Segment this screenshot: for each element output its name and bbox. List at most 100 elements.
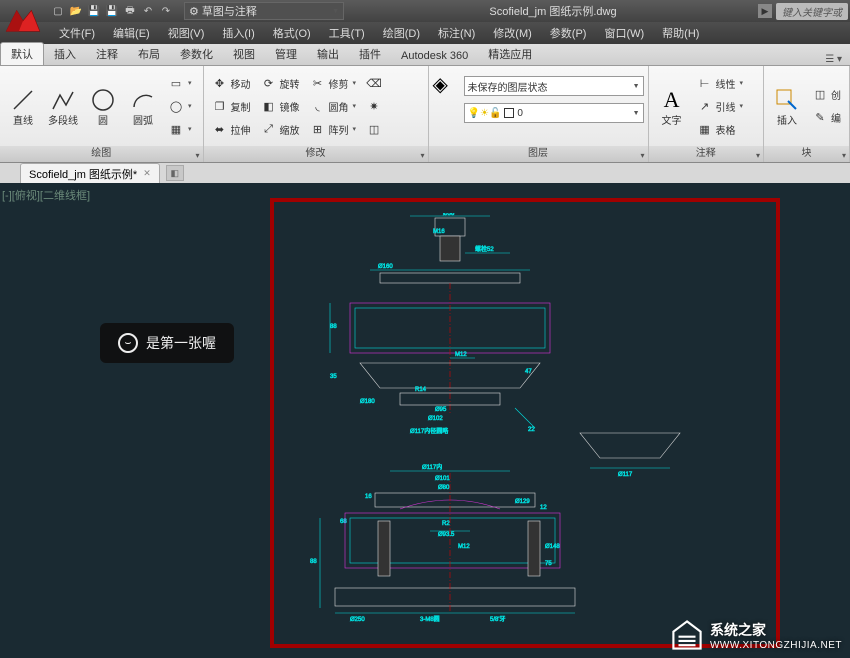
layer-properties-icon[interactable]: ◈ [433, 72, 461, 100]
ellipse-button[interactable]: ◯▾ [164, 95, 196, 117]
erase-button[interactable]: ⌫ [362, 72, 386, 94]
saveas-icon[interactable]: 💾 [104, 3, 120, 19]
ribbon: 直线 多段线 圆 圆弧 ▭▾ ◯▾ ▦▾ 绘图▾ ✥移动 ❐复制 ⬌拉伸 ⟳旋转… [0, 66, 850, 163]
svg-text:Ø38: Ø38 [443, 213, 455, 217]
mirror-icon: ◧ [261, 98, 277, 114]
viewport-label[interactable]: [-][俯视][二维线框] [2, 187, 90, 203]
layer-state-dropdown[interactable]: 未保存的图层状态▼ [464, 76, 644, 96]
offset-button[interactable]: ◫ [362, 118, 386, 140]
block-insert-button[interactable]: 插入 [768, 69, 806, 143]
tab-manage[interactable]: 管理 [265, 43, 307, 65]
block-create-button[interactable]: ◫创 [808, 84, 845, 106]
document-title: Scofield_jm 图纸示例.dwg [348, 3, 758, 19]
expand-icon[interactable]: ▾ [196, 148, 200, 164]
new-tab-button[interactable]: ◧ [166, 165, 184, 181]
menu-tools[interactable]: 工具(T) [320, 25, 374, 41]
leader-button[interactable]: ↗引线▾ [693, 95, 748, 117]
copy-button[interactable]: ❐复制 [208, 95, 255, 117]
panel-annot: A文字 ⊢线性▾ ↗引线▾ ▦表格 注释▾ [649, 66, 764, 162]
circle-button[interactable]: 圆 [84, 69, 122, 143]
menu-help[interactable]: 帮助(H) [653, 25, 708, 41]
scale-button[interactable]: ⤢缩放 [257, 118, 304, 140]
expand-icon[interactable]: ▾ [842, 148, 846, 164]
explode-button[interactable]: ✷ [362, 95, 386, 117]
linear-dim-button[interactable]: ⊢线性▾ [693, 72, 748, 94]
expand-icon[interactable]: ▾ [421, 148, 425, 164]
line-button[interactable]: 直线 [4, 69, 42, 143]
workspace-dropdown[interactable]: ⚙ 草图与注释 ▼ [184, 2, 344, 20]
redo-icon[interactable]: ↷ [158, 3, 174, 19]
svg-text:Ø160: Ø160 [378, 264, 393, 270]
tab-output[interactable]: 输出 [307, 43, 349, 65]
tab-default[interactable]: 默认 [0, 42, 44, 65]
svg-text:M16: M16 [433, 229, 445, 235]
menu-modify[interactable]: 修改(M) [484, 25, 541, 41]
rect-button[interactable]: ▭▾ [164, 72, 196, 94]
tab-annotate[interactable]: 注释 [86, 43, 128, 65]
drawing-canvas[interactable]: [-][俯视][二维线框] Ø38 M16 螺栓52 Ø160 88 [0, 183, 850, 658]
hatch-button[interactable]: ▦▾ [164, 118, 196, 140]
save-icon[interactable]: 💾 [86, 3, 102, 19]
scale-icon: ⤢ [261, 121, 277, 137]
tab-a360[interactable]: Autodesk 360 [391, 47, 478, 65]
polyline-button[interactable]: 多段线 [44, 69, 82, 143]
menu-edit[interactable]: 编辑(E) [104, 25, 159, 41]
search-input[interactable]: 键入关键字或 [776, 3, 848, 20]
move-button[interactable]: ✥移动 [208, 72, 255, 94]
line-icon [9, 86, 37, 114]
undo-icon[interactable]: ↶ [140, 3, 156, 19]
tab-addins[interactable]: 插件 [349, 43, 391, 65]
menu-dim[interactable]: 标注(N) [429, 25, 484, 41]
svg-text:88: 88 [310, 559, 317, 565]
menu-param[interactable]: 参数(P) [541, 25, 596, 41]
svg-text:Ø93.5: Ø93.5 [438, 532, 455, 538]
tab-featured[interactable]: 精选应用 [478, 43, 542, 65]
menu-format[interactable]: 格式(O) [264, 25, 320, 41]
tab-insert[interactable]: 插入 [44, 43, 86, 65]
tab-param[interactable]: 参数化 [170, 43, 223, 65]
menu-draw[interactable]: 绘图(D) [374, 25, 429, 41]
ribbon-expand-icon[interactable]: ☰ ▾ [817, 54, 850, 65]
trim-button[interactable]: ✂修剪▾ [306, 72, 361, 94]
panel-draw-title: 绘图▾ [0, 146, 203, 162]
table-icon: ▦ [697, 121, 713, 137]
svg-text:Ø117: Ø117 [618, 472, 633, 478]
stretch-button[interactable]: ⬌拉伸 [208, 118, 255, 140]
close-icon[interactable]: ✕ [143, 168, 151, 179]
svg-text:3-M8圆: 3-M8圆 [420, 616, 440, 623]
tab-view[interactable]: 视图 [223, 43, 265, 65]
toast-text: 是第一张喔 [146, 333, 216, 353]
expand-icon[interactable]: ▾ [641, 148, 645, 164]
rotate-button[interactable]: ⟳旋转 [257, 72, 304, 94]
fillet-button[interactable]: ◟圆角▾ [306, 95, 361, 117]
block-edit-button[interactable]: ✎编 [808, 107, 845, 129]
new-icon[interactable]: ▢ [50, 3, 66, 19]
bulb-icon: 💡 [468, 108, 480, 119]
cad-drawing: Ø38 M16 螺栓52 Ø160 88 35 M12 47 R14 Ø18 [300, 213, 730, 633]
watermark-name: 系统之家 [710, 620, 842, 640]
menu-insert[interactable]: 插入(I) [213, 25, 263, 41]
file-tab-label: Scofield_jm 图纸示例* [29, 166, 137, 182]
menu-view[interactable]: 视图(V) [159, 25, 214, 41]
plot-icon[interactable]: 🖶 [122, 3, 138, 19]
offset-icon: ◫ [366, 121, 382, 137]
text-icon: A [658, 86, 686, 114]
color-swatch [504, 108, 514, 118]
file-tab[interactable]: Scofield_jm 图纸示例* ✕ [20, 163, 160, 184]
search-arrow-icon[interactable]: ▶ [758, 4, 772, 18]
text-button[interactable]: A文字 [653, 69, 691, 143]
tab-layout[interactable]: 布局 [128, 43, 170, 65]
mirror-button[interactable]: ◧镜像 [257, 95, 304, 117]
menu-window[interactable]: 窗口(W) [595, 25, 653, 41]
array-button[interactable]: ⊞阵列▾ [306, 118, 361, 140]
svg-text:Ø117内: Ø117内 [422, 463, 442, 471]
app-logo[interactable] [2, 2, 44, 44]
expand-icon[interactable]: ▾ [756, 148, 760, 164]
arc-button[interactable]: 圆弧 [124, 69, 162, 143]
menu-file[interactable]: 文件(F) [50, 25, 104, 41]
panel-layers-title: 图层▾ [429, 146, 648, 162]
open-icon[interactable]: 📂 [68, 3, 84, 19]
trim-icon: ✂ [310, 75, 326, 91]
table-button[interactable]: ▦表格 [693, 118, 748, 140]
layer-dropdown[interactable]: 💡 ☀ 🔓 0 ▼ [464, 103, 644, 123]
